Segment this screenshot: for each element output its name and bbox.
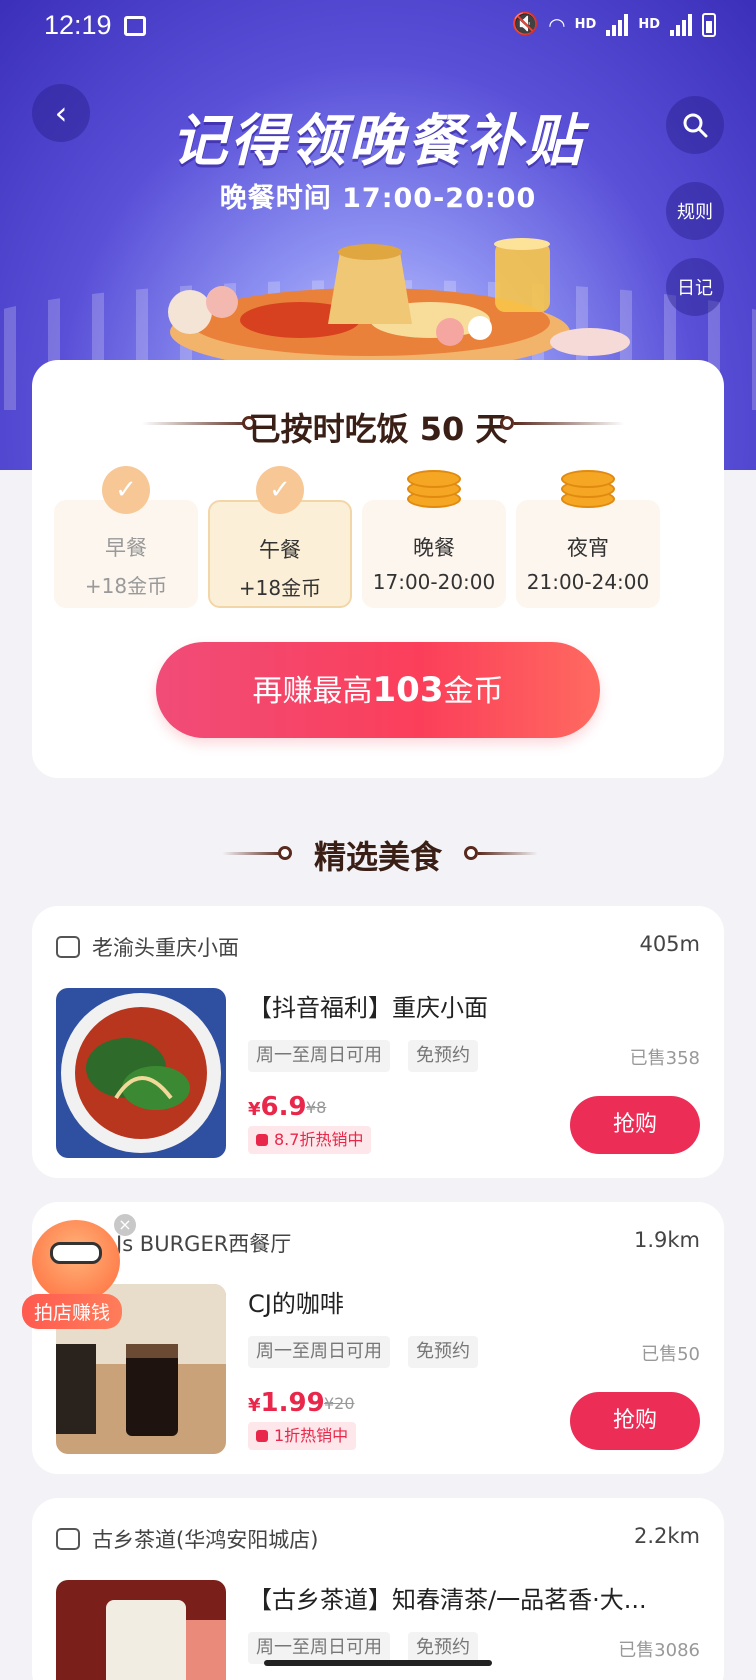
price-value: 6.9 bbox=[260, 1092, 307, 1122]
meal-dinner[interactable]: 晚餐 17:00-20:00 bbox=[362, 500, 506, 608]
search-button[interactable] bbox=[666, 96, 724, 154]
image-notification-icon bbox=[124, 16, 146, 36]
price: ¥1.99 bbox=[248, 1388, 325, 1418]
diary-button[interactable]: 日记 bbox=[666, 258, 724, 316]
status-indicators: 🔇 ◠ HD HD bbox=[512, 12, 716, 37]
check-icon: ✓ bbox=[256, 466, 304, 514]
checkin-heading: 已按时吃饭 50 天 bbox=[248, 410, 508, 448]
meal-value: +18金币 bbox=[84, 574, 168, 598]
meal-name: 早餐 bbox=[105, 536, 147, 560]
signal-icon bbox=[606, 13, 629, 36]
status-bar: 12:19 🔇 ◠ HD HD bbox=[0, 0, 756, 56]
shop-name: 古乡茶道(华鸿安阳城店) bbox=[92, 1528, 319, 1552]
mute-icon: 🔇 bbox=[511, 12, 540, 37]
tag-no-reservation: 免预约 bbox=[408, 1040, 478, 1072]
shop-distance: 405m bbox=[639, 932, 700, 956]
rules-button[interactable]: 规则 bbox=[666, 182, 724, 240]
section-decoration-dot-right bbox=[464, 846, 478, 860]
coin-stack-icon bbox=[407, 468, 461, 510]
noodle-thumbnail bbox=[56, 988, 226, 1158]
cta-suffix: 金币 bbox=[443, 674, 504, 709]
price: ¥6.9 bbox=[248, 1092, 307, 1122]
shop-icon bbox=[56, 1528, 80, 1550]
deal-card[interactable]: 老渝头重庆小面 405m 【抖音福利】重庆小面 周一至周日可用 免预约 已售35… bbox=[32, 906, 724, 1178]
meal-lunch[interactable]: 午餐 +18金币 bbox=[208, 500, 352, 608]
search-icon bbox=[683, 113, 708, 138]
tea-thumbnail bbox=[56, 1580, 226, 1680]
hd-label-2: HD bbox=[638, 17, 660, 32]
wifi-icon: ◠ bbox=[549, 12, 565, 37]
earn-coins-button[interactable]: 再赚最高103金币 bbox=[156, 642, 600, 738]
meal-value: 17:00-20:00 bbox=[372, 570, 496, 594]
shop-icon bbox=[56, 936, 80, 958]
page-subtitle: 晚餐时间 17:00-20:00 bbox=[219, 183, 537, 214]
sold-count: 已售3086 bbox=[618, 1640, 700, 1661]
product-name: CJ的咖啡 bbox=[248, 1290, 344, 1318]
price-value: 1.99 bbox=[260, 1388, 325, 1418]
deal-card[interactable]: 古乡茶道(华鸿安阳城店) 2.2km 【古乡茶道】知春清茶/一品茗香·大... … bbox=[32, 1498, 724, 1680]
close-icon[interactable]: × bbox=[114, 1214, 136, 1236]
sold-count: 已售358 bbox=[629, 1048, 700, 1069]
product-name: 【抖音福利】重庆小面 bbox=[248, 994, 488, 1022]
meal-value: +18金币 bbox=[238, 576, 322, 600]
meal-value: 21:00-24:00 bbox=[526, 570, 650, 594]
battery-icon bbox=[702, 12, 716, 37]
section-title: 精选美食 bbox=[313, 838, 442, 876]
buy-button[interactable]: 抢购 bbox=[570, 1096, 700, 1154]
promo-badge: 8.7折热销中 bbox=[248, 1126, 372, 1154]
shop-distance: 1.9km bbox=[633, 1228, 700, 1252]
promo-badge: 1折热销中 bbox=[248, 1422, 357, 1450]
tag-no-reservation: 免预约 bbox=[408, 1336, 478, 1368]
shop-photo-reward-widget[interactable]: × 拍店赚钱 bbox=[22, 1214, 154, 1334]
tag-available: 周一至周日可用 bbox=[248, 1336, 390, 1368]
hd-label-1: HD bbox=[574, 17, 597, 32]
signal-icon-2 bbox=[670, 13, 692, 36]
meal-name: 午餐 bbox=[259, 538, 301, 562]
cta-prefix: 再赚最高 bbox=[252, 674, 373, 709]
price-symbol: ¥ bbox=[248, 1395, 261, 1416]
mascot-glasses bbox=[50, 1242, 102, 1264]
meal-late-night[interactable]: 夜宵 21:00-24:00 bbox=[516, 500, 660, 608]
status-time: 12:19 bbox=[44, 10, 112, 40]
page-title: 记得领晚餐补贴 bbox=[171, 109, 585, 174]
product-name: 【古乡茶道】知春清茶/一品茗香·大... bbox=[248, 1586, 647, 1614]
section-decoration-right bbox=[478, 852, 538, 855]
tag-available: 周一至周日可用 bbox=[248, 1040, 390, 1072]
heading-decoration-right bbox=[514, 422, 624, 425]
original-price: ¥8 bbox=[306, 1098, 327, 1117]
home-indicator[interactable] bbox=[264, 1660, 492, 1666]
checkin-card: 已按时吃饭 50 天 早餐 +18金币 ✓ 午餐 +18金币 ✓ 晚餐 17:0… bbox=[32, 360, 724, 778]
widget-label: 拍店赚钱 bbox=[22, 1294, 123, 1329]
meal-name: 晚餐 bbox=[413, 536, 455, 560]
price-symbol: ¥ bbox=[248, 1099, 261, 1120]
cta-number: 103 bbox=[372, 670, 444, 710]
sold-count: 已售50 bbox=[641, 1344, 700, 1365]
shop-name: 老渝头重庆小面 bbox=[92, 936, 239, 960]
coin-stack-icon bbox=[561, 468, 615, 510]
hotpot-illustration bbox=[168, 238, 630, 362]
meal-breakfast[interactable]: 早餐 +18金币 bbox=[54, 500, 198, 608]
original-price: ¥20 bbox=[324, 1394, 355, 1413]
shop-distance: 2.2km bbox=[633, 1524, 700, 1548]
check-icon: ✓ bbox=[102, 466, 150, 514]
buy-button[interactable]: 抢购 bbox=[570, 1392, 700, 1450]
meal-name: 夜宵 bbox=[567, 536, 609, 560]
heading-decoration-dot-right bbox=[500, 416, 514, 430]
